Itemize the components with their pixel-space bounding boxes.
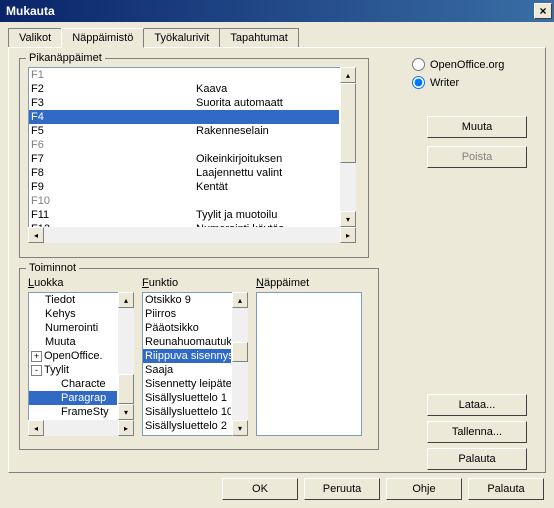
shortcut-row[interactable]: F8Laajennettu valint xyxy=(29,166,339,180)
scroll-up-icon[interactable]: ▴ xyxy=(340,67,356,83)
side-buttons2: Lataa... Tallenna... Palauta xyxy=(427,394,527,470)
shortcut-row[interactable]: F1 xyxy=(29,68,339,82)
scroll-right-icon[interactable]: ▸ xyxy=(340,227,356,243)
scroll-thumb[interactable] xyxy=(232,342,248,362)
scroll-down-icon[interactable]: ▾ xyxy=(340,211,356,227)
radio-openoffice-input[interactable] xyxy=(412,58,425,71)
functions-label: Toiminnot xyxy=(26,262,79,274)
help-button[interactable]: Ohje xyxy=(386,478,462,500)
scroll-up-icon[interactable]: ▴ xyxy=(118,292,134,308)
scroll-thumb[interactable] xyxy=(340,83,356,163)
shortcuts-listbox[interactable]: F1F2KaavaF3Suorita automaattF4F5Rakennes… xyxy=(28,67,356,243)
category-label: Luokka xyxy=(28,277,134,289)
titlebar: Mukauta × xyxy=(0,0,554,22)
expand-icon[interactable]: + xyxy=(31,351,42,362)
list-item[interactable]: Otsikko 9 xyxy=(143,293,231,307)
scroll-right-icon[interactable]: ▸ xyxy=(118,420,134,436)
close-icon[interactable]: × xyxy=(534,3,552,19)
tab-menus[interactable]: Valikot xyxy=(8,28,62,47)
function-label: Funktio xyxy=(142,277,248,289)
shortcut-row[interactable]: F9Kentät xyxy=(29,180,339,194)
change-button[interactable]: Muuta xyxy=(427,116,527,138)
collapse-icon[interactable]: - xyxy=(31,365,42,376)
tab-events[interactable]: Tapahtumat xyxy=(219,28,298,47)
tree-item[interactable]: -Tyylit xyxy=(29,363,117,377)
scrollbar-vertical[interactable]: ▴ ▾ xyxy=(340,67,356,227)
scrollbar-horizontal[interactable]: ◂ ▸ xyxy=(28,227,356,243)
ok-button[interactable]: OK xyxy=(222,478,298,500)
list-item[interactable]: Saaja xyxy=(143,363,231,377)
tab-keyboard[interactable]: Näppäimistö xyxy=(61,28,144,48)
reset-button[interactable]: Palauta xyxy=(427,448,527,470)
cat-scroll-v[interactable]: ▴ ▾ xyxy=(118,292,134,420)
list-item[interactable]: Reunahuomautuks xyxy=(143,335,231,349)
radio-writer-input[interactable] xyxy=(412,76,425,89)
tab-bar: Valikot Näppäimistö Työkalurivit Tapahtu… xyxy=(8,28,546,47)
list-item[interactable]: Sisennetty leipätek xyxy=(143,377,231,391)
radio-openoffice[interactable]: OpenOffice.org xyxy=(412,58,504,71)
shortcuts-label: Pikanäppäimet xyxy=(26,52,105,64)
window-title: Mukauta xyxy=(6,4,55,18)
shortcut-row[interactable]: F3Suorita automaatt xyxy=(29,96,339,110)
list-item[interactable]: Riippuva sisennys xyxy=(143,349,231,363)
keys-label: Näppäimet xyxy=(256,277,362,289)
save-button[interactable]: Tallenna... xyxy=(427,421,527,443)
tree-item[interactable]: Kehys xyxy=(29,307,117,321)
radio-writer[interactable]: Writer xyxy=(412,76,504,89)
side-buttons: Muuta Poista xyxy=(427,116,527,168)
list-item[interactable]: Sisällysluettelo 10 xyxy=(143,405,231,419)
list-item[interactable]: Sisällysluettelo 2 xyxy=(143,419,231,433)
cancel-button[interactable]: Peruuta xyxy=(304,478,380,500)
tree-item[interactable]: Tiedot xyxy=(29,293,117,307)
scope-radio-group: OpenOffice.org Writer xyxy=(412,58,504,94)
functions-fieldset: Toiminnot Luokka TiedotKehysNumerointiMu… xyxy=(19,268,379,450)
tree-item[interactable]: Paragrap xyxy=(29,391,117,405)
list-item[interactable]: Sisällysluettelo 1 xyxy=(143,391,231,405)
tree-item[interactable]: Characte xyxy=(29,377,117,391)
load-button[interactable]: Lataa... xyxy=(427,394,527,416)
list-item[interactable]: Piirros xyxy=(143,307,231,321)
tree-item[interactable]: FrameSty xyxy=(29,405,117,419)
scroll-thumb[interactable] xyxy=(118,374,134,404)
tree-item[interactable]: +OpenOffice. xyxy=(29,349,117,363)
shortcut-row[interactable]: F7Oikeinkirjoituksen xyxy=(29,152,339,166)
scroll-left-icon[interactable]: ◂ xyxy=(28,420,44,436)
scroll-left-icon[interactable]: ◂ xyxy=(28,227,44,243)
scroll-down-icon[interactable]: ▾ xyxy=(232,420,248,436)
func-scroll-v[interactable]: ▴ ▾ xyxy=(232,292,248,436)
scroll-up-icon[interactable]: ▴ xyxy=(232,292,248,308)
scroll-down-icon[interactable]: ▾ xyxy=(118,404,134,420)
bottom-reset-button[interactable]: Palauta xyxy=(468,478,544,500)
shortcut-row[interactable]: F5Rakenneselain xyxy=(29,124,339,138)
bottom-buttons: OK Peruuta Ohje Palauta xyxy=(222,478,544,500)
shortcut-row[interactable]: F4 xyxy=(29,110,339,124)
shortcuts-fieldset: Pikanäppäimet F1F2KaavaF3Suorita automaa… xyxy=(19,58,369,258)
delete-button: Poista xyxy=(427,146,527,168)
list-item[interactable]: Pääotsikko xyxy=(143,321,231,335)
shortcut-row[interactable]: F2Kaava xyxy=(29,82,339,96)
keys-listbox[interactable] xyxy=(256,292,362,436)
shortcut-row[interactable]: F11Tyylit ja muotoilu xyxy=(29,208,339,222)
tab-toolbars[interactable]: Työkalurivit xyxy=(143,28,220,47)
tab-content: Pikanäppäimet F1F2KaavaF3Suorita automaa… xyxy=(8,47,546,473)
cat-scroll-h[interactable]: ◂ ▸ xyxy=(28,420,134,436)
tree-item[interactable]: Numerointi xyxy=(29,321,117,335)
shortcut-row[interactable]: F6 xyxy=(29,138,339,152)
shortcut-row[interactable]: F10 xyxy=(29,194,339,208)
tree-item[interactable]: Muuta xyxy=(29,335,117,349)
dialog-body: Valikot Näppäimistö Työkalurivit Tapahtu… xyxy=(0,22,554,508)
